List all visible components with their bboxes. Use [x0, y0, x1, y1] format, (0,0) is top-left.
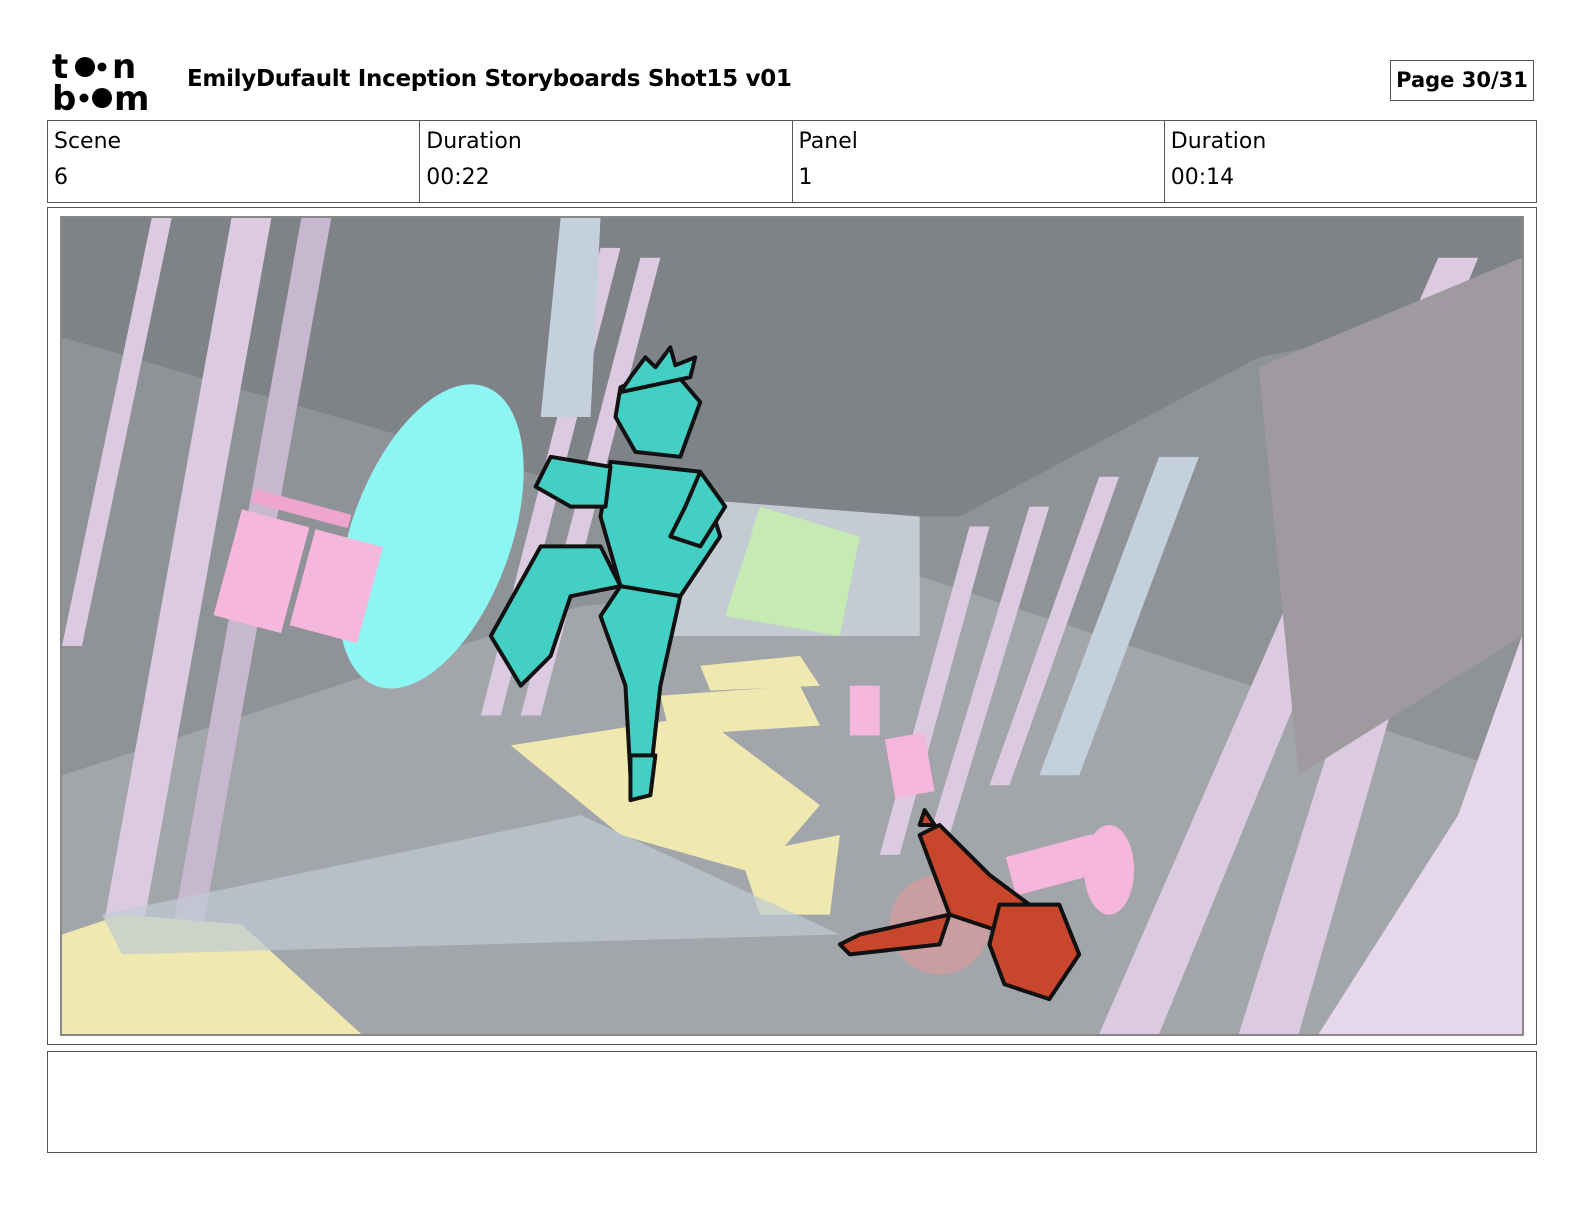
- panel-duration-label: Duration: [1170, 129, 1267, 154]
- document-title: EmilyDufault Inception Storyboards Shot1…: [187, 66, 792, 92]
- toonboom-logo: t n b m: [52, 47, 164, 119]
- panel-duration-cell: Duration 00:14: [1165, 121, 1536, 202]
- scene-duration-label: Duration: [426, 129, 522, 154]
- scene-cell: Scene 6: [48, 121, 421, 202]
- panel-label: Panel: [798, 129, 858, 154]
- scene-label: Scene: [54, 129, 122, 154]
- panel-value: 1: [798, 165, 813, 190]
- svg-text:m: m: [114, 79, 149, 112]
- action-notes-box: [47, 1051, 1537, 1153]
- page-indicator: Page 30/31: [1390, 60, 1534, 101]
- scene-duration-value: 00:22: [426, 165, 490, 190]
- svg-text:b: b: [52, 79, 76, 112]
- panel-duration-value: 00:14: [1170, 165, 1235, 190]
- panel-cell: Panel 1: [793, 121, 1165, 202]
- panel-info-table: Scene 6 Duration 00:22 Panel 1 Duration …: [47, 120, 1537, 203]
- scene-value: 6: [54, 165, 68, 190]
- panel-frame: [47, 207, 1537, 1045]
- storyboard-sketch-icon: [62, 218, 1522, 1034]
- scene-duration-cell: Duration 00:22: [420, 121, 793, 202]
- storyboard-panel-image: [60, 216, 1524, 1036]
